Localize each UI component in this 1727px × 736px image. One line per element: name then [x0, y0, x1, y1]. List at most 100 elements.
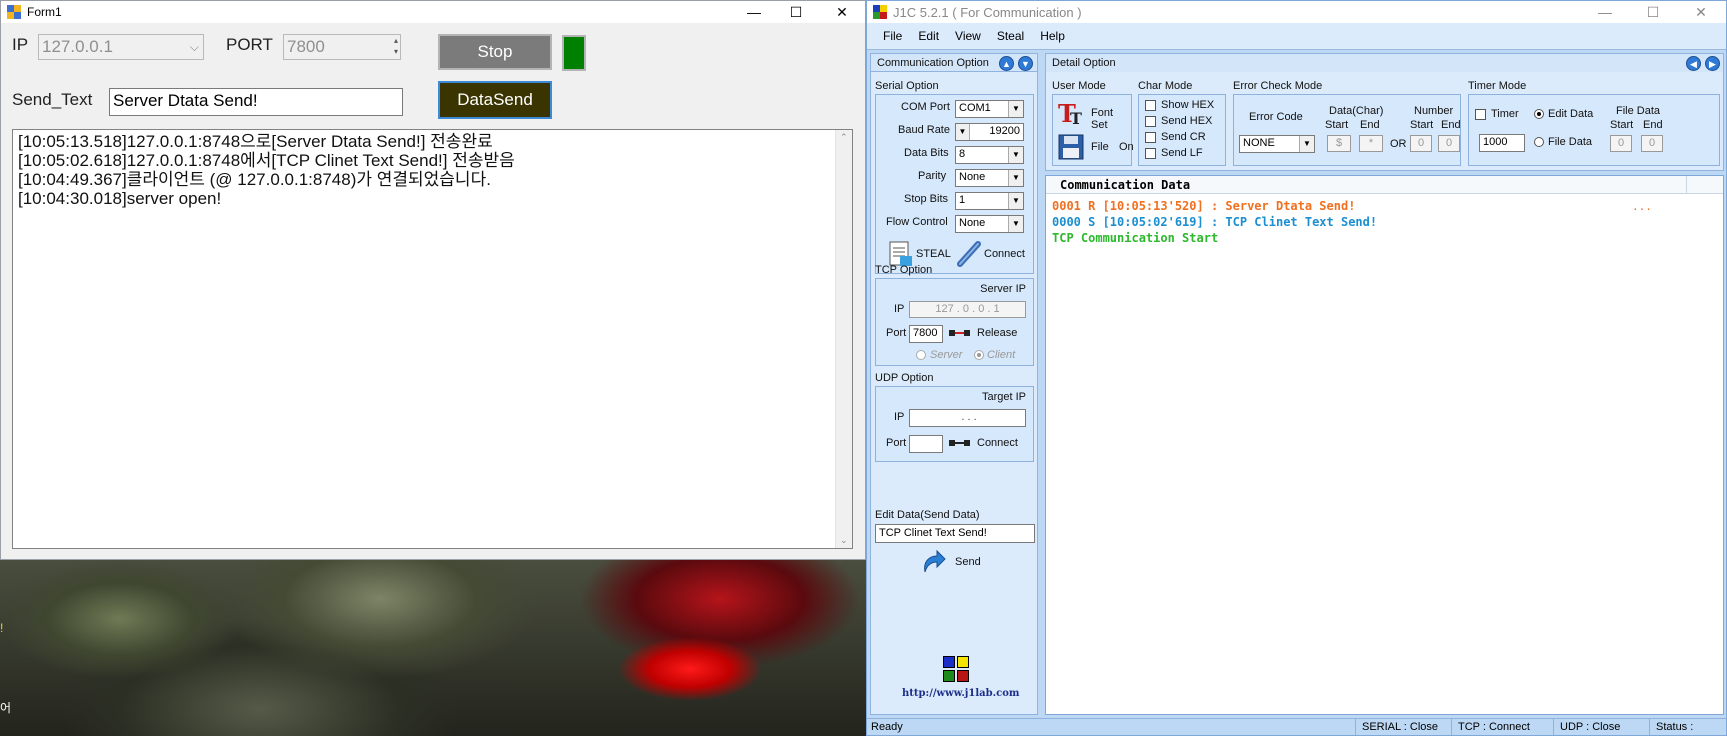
- svg-text:T: T: [1070, 109, 1082, 128]
- parity-select[interactable]: None ▼: [955, 169, 1024, 187]
- file-end-label: End: [1643, 119, 1663, 131]
- udp-port-input[interactable]: [909, 435, 943, 453]
- desktop-background: ! 어: [0, 559, 870, 736]
- send-text-label: Send_Text: [12, 90, 93, 109]
- show-hex-checkbox[interactable]: [1145, 100, 1156, 111]
- file-data-radio-label: File Data: [1548, 136, 1593, 148]
- communication-data-panel[interactable]: Communication Data 0001 R [10:05:13'520]…: [1045, 175, 1724, 715]
- com-port-select[interactable]: COM1 ▼: [955, 100, 1024, 118]
- dropdown-arrow-icon[interactable]: ▼: [1299, 136, 1314, 152]
- server-radio[interactable]: [916, 350, 926, 360]
- dropdown-arrow-icon[interactable]: ▼: [1008, 147, 1023, 163]
- dropdown-arrow-icon[interactable]: ▼: [1008, 193, 1023, 209]
- arrow-up-icon[interactable]: ▲: [999, 56, 1014, 71]
- dropdown-arrow-icon[interactable]: ▼: [1008, 170, 1023, 186]
- port-stepper[interactable]: 7800 ▴ ▾: [283, 34, 401, 60]
- data-bits-select[interactable]: 8 ▼: [955, 146, 1024, 164]
- send-cr-checkbox[interactable]: [1145, 132, 1156, 143]
- edit-data-title: Edit Data(Send Data): [875, 509, 980, 521]
- arrow-left-icon[interactable]: ◀: [1686, 56, 1701, 71]
- tcp-ip-label: IP: [894, 303, 905, 315]
- stop-bits-select[interactable]: 1 ▼: [955, 192, 1024, 210]
- arrow-right-icon[interactable]: ▶: [1705, 56, 1720, 71]
- menu-view[interactable]: View: [947, 29, 989, 43]
- scroll-up-icon[interactable]: ⌃: [840, 132, 848, 143]
- send-cr-label: Send CR: [1161, 131, 1206, 143]
- dropdown-arrow-icon[interactable]: ▼: [1008, 216, 1023, 232]
- ip-combo[interactable]: 127.0.0.1 ⌵: [38, 34, 204, 60]
- udp-connect-label[interactable]: Connect: [977, 437, 1018, 449]
- flow-control-select[interactable]: None ▼: [955, 215, 1024, 233]
- plug-icon: [949, 330, 970, 336]
- dropdown-arrow-icon[interactable]: ▼: [956, 124, 970, 140]
- font-set-button[interactable]: TT Font Set: [1057, 98, 1132, 131]
- file-start-input[interactable]: 0: [1610, 135, 1632, 152]
- udp-ip-input[interactable]: . . .: [909, 409, 1026, 427]
- font-set-label: Font Set: [1091, 107, 1114, 131]
- server-radio-label: Server: [930, 349, 963, 361]
- file-end-input[interactable]: 0: [1641, 135, 1663, 152]
- log-scrollbar[interactable]: ⌃ ⌄: [835, 130, 852, 548]
- minimize-button[interactable]: —: [1582, 1, 1628, 23]
- timer-label: Timer: [1491, 108, 1519, 120]
- error-code-label: Error Code: [1249, 111, 1303, 123]
- error-code-select[interactable]: NONE ▼: [1239, 135, 1315, 153]
- tcp-option-title: TCP Option: [875, 264, 933, 276]
- datasend-button[interactable]: DataSend: [438, 81, 552, 119]
- number-end-input[interactable]: 0: [1438, 135, 1460, 152]
- edit-data-input[interactable]: TCP Clinet Text Send!: [875, 524, 1035, 543]
- j1c-window: J1C 5.2.1 ( For Communication ) — ☐ ✕ Fi…: [866, 0, 1727, 736]
- client-radio[interactable]: [974, 350, 984, 360]
- j1c-app-icon: [873, 5, 887, 19]
- or-label: OR: [1390, 138, 1407, 150]
- tcp-port-input[interactable]: 7800: [909, 325, 943, 343]
- timer-checkbox[interactable]: [1475, 109, 1486, 120]
- udp-option-title: UDP Option: [875, 372, 934, 384]
- close-button[interactable]: ✕: [819, 1, 865, 23]
- number-start-input[interactable]: 0: [1410, 135, 1432, 152]
- timer-interval-input[interactable]: 1000: [1479, 134, 1525, 152]
- file-data-radio[interactable]: [1534, 137, 1544, 147]
- comm-data-line: TCP Communication Start: [1052, 231, 1219, 245]
- maximize-button[interactable]: ☐: [773, 1, 819, 23]
- log-line: [10:05:02.618]127.0.0.1:8748에서[TCP Cline…: [18, 151, 515, 170]
- log-textbox[interactable]: [10:05:13.518]127.0.0.1:8748으로[Server Dt…: [12, 129, 853, 549]
- menu-steal[interactable]: Steal: [989, 29, 1032, 43]
- menu-help[interactable]: Help: [1032, 29, 1073, 43]
- send-hex-checkbox[interactable]: [1145, 116, 1156, 127]
- status-tcp: TCP : Connect: [1451, 719, 1553, 735]
- detail-option-title: Detail Option: [1052, 57, 1116, 69]
- form1-window: Form1 — ☐ ✕ IP 127.0.0.1 ⌵ PORT 7800 ▴ ▾ …: [0, 0, 866, 560]
- data-start-input[interactable]: $: [1327, 135, 1351, 152]
- send-lf-checkbox[interactable]: [1145, 148, 1156, 159]
- arrow-down-icon[interactable]: ▼: [1018, 56, 1033, 71]
- log-line: [10:04:49.367]클라이언트 (@ 127.0.0.1:8748)가 …: [18, 170, 491, 189]
- data-end-input[interactable]: *: [1359, 135, 1383, 152]
- file-start-label: Start: [1610, 119, 1634, 131]
- detail-option-header: Detail Option ◀ ▶: [1046, 54, 1723, 72]
- parity-value: None: [959, 171, 986, 183]
- serial-connect-button[interactable]: Connect: [956, 240, 1031, 270]
- maximize-button[interactable]: ☐: [1630, 1, 1676, 23]
- close-button[interactable]: ✕: [1678, 1, 1724, 23]
- minimize-button[interactable]: —: [731, 1, 777, 23]
- menu-file[interactable]: File: [867, 29, 910, 43]
- scroll-down-icon[interactable]: ⌄: [840, 535, 848, 546]
- stepper-arrows-icon[interactable]: ▴ ▾: [394, 35, 398, 57]
- tcp-ip-input[interactable]: 127 . 0 . 0 . 1: [909, 301, 1026, 318]
- port-value: 7800: [287, 37, 325, 56]
- dropdown-arrow-icon[interactable]: ▼: [1008, 101, 1023, 117]
- flow-control-label: Flow Control: [886, 216, 948, 228]
- menu-edit[interactable]: Edit: [910, 29, 947, 43]
- file-on-button[interactable]: File On: [1057, 133, 1134, 163]
- send-text-input[interactable]: Server Dtata Send!: [109, 88, 403, 116]
- send-button[interactable]: Send: [919, 548, 999, 576]
- stop-button[interactable]: Stop: [438, 34, 552, 70]
- data-start-label: Start: [1325, 119, 1349, 131]
- edit-data-radio[interactable]: [1534, 109, 1544, 119]
- website-link[interactable]: http://www.j1lab.com: [902, 688, 1019, 699]
- com-port-label: COM Port: [901, 101, 950, 113]
- baud-rate-select[interactable]: ▼ 19200: [955, 123, 1024, 141]
- release-label[interactable]: Release: [977, 327, 1017, 339]
- steal-label: STEAL: [916, 248, 951, 260]
